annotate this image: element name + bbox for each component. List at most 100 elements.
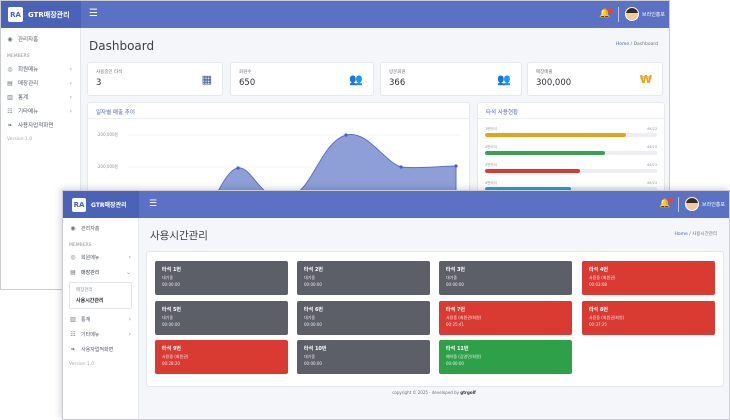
usage-bar-row: 2번타석 49/23 bbox=[485, 145, 657, 163]
users-icon: 👥 bbox=[349, 73, 363, 86]
sidebar-item-store[interactable]: ▤ 매장관리 ⌄ bbox=[63, 265, 138, 280]
menu-toggle-icon[interactable]: ☰ bbox=[149, 199, 157, 209]
usage-bar-row: 3번타석 49/23 bbox=[485, 163, 657, 181]
tee-status: 사용중 (회원권) bbox=[589, 275, 616, 280]
sidebar-item-label: 관리자홈 bbox=[18, 37, 39, 43]
usage-bar-fill bbox=[485, 151, 606, 155]
data-point bbox=[236, 166, 240, 170]
top-navbar: RA GTR매장관리 ☰ 🔔 브라인홍포 bbox=[1, 1, 669, 28]
stat-card-revenue[interactable]: 매장매출 300,000 ₩ bbox=[528, 63, 662, 95]
tee-name: 타석 5번 bbox=[162, 307, 182, 313]
tee-name: 타석 2번 bbox=[304, 267, 324, 273]
data-point bbox=[399, 165, 403, 169]
tee-name: 타석 7번 bbox=[446, 307, 466, 313]
stat-value: 650 bbox=[239, 78, 256, 88]
brand-logo: RA bbox=[72, 197, 86, 212]
navbar-divider bbox=[678, 197, 679, 212]
panel-title: 타석 사용현황 bbox=[486, 110, 519, 116]
sidebar-item-stats[interactable]: ▥ 통계 › bbox=[63, 312, 138, 327]
submenu-item-time-management[interactable]: 사용시간관리 bbox=[76, 297, 125, 304]
notification-dot bbox=[668, 198, 674, 203]
brand[interactable]: RA GTR매장관리 bbox=[1, 1, 81, 28]
tee-card[interactable]: 타석 3번 대기중 00:00:00 bbox=[439, 261, 572, 295]
breadcrumb-home[interactable]: Home bbox=[674, 232, 687, 237]
page-title: 사용시간관리 bbox=[150, 230, 208, 242]
brand-name: GTR매장관리 bbox=[28, 10, 70, 19]
leaf-icon: ❧ bbox=[7, 121, 13, 129]
bell-icon[interactable]: 🔔 bbox=[659, 198, 674, 209]
stat-label: 회원수 bbox=[239, 70, 252, 75]
sidebar-item-achievements[interactable]: ❧ 사용자업적화면 bbox=[1, 118, 80, 132]
sidebar-item-label: 통계 bbox=[81, 317, 91, 323]
chevron-down-icon: ⌄ bbox=[125, 269, 131, 276]
calendar-icon: ▦ bbox=[201, 73, 212, 86]
tee-card[interactable]: 타석 8번 사용중 (회원권/회원) 00:37:25 bbox=[582, 301, 715, 335]
leaf-icon: ❧ bbox=[70, 346, 76, 353]
tee-time: 00:00:00 bbox=[304, 322, 322, 327]
breadcrumb-current: 사용시간관리 bbox=[692, 232, 717, 237]
sidebar-item-home[interactable]: ◉ 관리자홈 bbox=[63, 221, 138, 236]
sidebar-section-header: MEMBERS bbox=[69, 243, 92, 248]
stat-value: 3 bbox=[96, 78, 102, 88]
version-label: Version 1.0 bbox=[7, 137, 33, 142]
usage-bar-count: 49/23 bbox=[646, 145, 657, 149]
usage-bar-count: 49/23 bbox=[646, 163, 657, 167]
tee-time: 00:00:00 bbox=[446, 361, 464, 366]
usage-bar-count: 49/23 bbox=[646, 127, 657, 131]
sidebar-item-stats[interactable]: ▥ 통계 › bbox=[1, 90, 80, 104]
brand-name: GTR매장관리 bbox=[91, 202, 127, 209]
tee-time: 00:00:00 bbox=[446, 282, 464, 287]
footer-brand-link[interactable]: gtrgolf bbox=[460, 390, 475, 395]
chart-icon: ▥ bbox=[70, 316, 76, 323]
tee-card[interactable]: 타석 2번 대기중 00:00:00 bbox=[297, 261, 430, 295]
list-icon: ☷ bbox=[70, 331, 76, 338]
footer: copyright © 2025 - developed by gtrgolf bbox=[139, 390, 729, 395]
breadcrumb-home[interactable]: Home bbox=[616, 42, 629, 47]
chevron-right-icon: › bbox=[69, 65, 72, 73]
store-icon: ▤ bbox=[7, 79, 13, 87]
dashboard-icon: ◉ bbox=[70, 225, 76, 232]
bell-icon[interactable]: 🔔 bbox=[599, 8, 614, 19]
tee-time: 00:00:00 bbox=[304, 361, 322, 366]
user-name[interactable]: 브라인홍포 bbox=[642, 11, 665, 18]
sidebar-item-etc[interactable]: ☷ 기타메뉴 › bbox=[63, 327, 138, 342]
tee-card[interactable]: 타석 10번 대기중 00:00:00 bbox=[297, 340, 430, 374]
tee-time: 00:37:25 bbox=[589, 322, 607, 327]
sidebar-item-store[interactable]: ▤ 매장관리 › bbox=[1, 76, 80, 90]
notification-dot bbox=[608, 8, 614, 13]
sidebar-item-label: 관리자홈 bbox=[81, 226, 100, 232]
tee-name: 타석 3번 bbox=[446, 267, 466, 273]
tee-time: 00:03:08 bbox=[589, 282, 607, 287]
version-label: Version 1.0 bbox=[69, 362, 95, 367]
page-title: Dashboard bbox=[89, 39, 155, 53]
usage-bar-label: 4번타석 bbox=[485, 181, 497, 185]
navbar-divider bbox=[618, 7, 619, 22]
menu-toggle-icon[interactable]: ☰ bbox=[89, 8, 98, 19]
tee-card[interactable]: 타석 9번 사용중 (회원권) 00:28:20 bbox=[155, 340, 288, 374]
tee-card[interactable]: 타석 4번 사용중 (회원권) 00:03:08 bbox=[582, 261, 715, 295]
breadcrumb-separator: / bbox=[630, 42, 633, 47]
sidebar-item-achievements[interactable]: ❧ 사용자업적화면 bbox=[63, 342, 138, 357]
usage-bar-label: 2번타석 bbox=[485, 145, 497, 149]
brand[interactable]: RA GTR매장관리 bbox=[63, 191, 139, 218]
chart-icon: ▥ bbox=[7, 93, 13, 101]
usage-bar-fill bbox=[485, 169, 580, 173]
avatar[interactable] bbox=[685, 197, 699, 211]
stat-card-visitors[interactable]: 방문회원 366 👥 bbox=[381, 63, 521, 95]
tee-card[interactable]: 타석 1번 대기중 00:00:00 bbox=[155, 261, 288, 295]
stat-card-members[interactable]: 회원수 650 👥 bbox=[231, 63, 373, 95]
sidebar-item-etc[interactable]: ☷ 기타메뉴 › bbox=[1, 104, 80, 118]
sidebar-item-home[interactable]: ◉ 관리자홈 bbox=[1, 32, 80, 46]
stat-card-active-tees[interactable]: 사용중인 타석 3 ▦ bbox=[88, 63, 222, 95]
avatar[interactable] bbox=[625, 7, 639, 21]
user-name[interactable]: 브라인홍포 bbox=[702, 201, 725, 208]
sidebar-item-members[interactable]: ◎ 회원메뉴 › bbox=[1, 62, 80, 76]
usage-bar-label: 1번타석 bbox=[485, 127, 497, 131]
tee-card[interactable]: 타석 7번 사용중 (회원권/회원) 00:25:41 bbox=[439, 301, 572, 335]
tee-card[interactable]: 타석 6번 대기중 00:00:00 bbox=[297, 301, 430, 335]
sidebar-item-members[interactable]: ◎ 회원메뉴 › bbox=[63, 250, 138, 265]
sidebar-item-label: 기타메뉴 bbox=[81, 332, 100, 338]
tee-card[interactable]: 타석 11번 예약중 (김영민/회원) 00:00:00 bbox=[439, 340, 572, 374]
tee-name: 타석 1번 bbox=[162, 267, 182, 273]
tee-card[interactable]: 타석 5번 대기중 00:00:00 bbox=[155, 301, 288, 335]
